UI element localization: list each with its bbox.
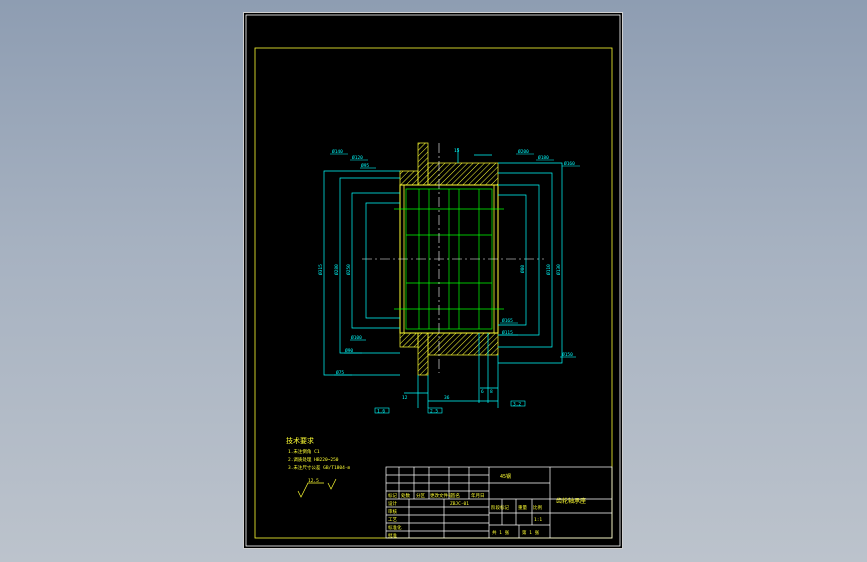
note-line: 2.调质处理 HB220~250 — [288, 456, 339, 463]
technical-notes: 技术要求 1.未注倒角 C1 2.调质处理 HB220~250 3.未注尺寸公差… — [286, 436, 351, 498]
dim-label: Ø160 — [564, 160, 575, 167]
title-block: 标记 处数 分区 更改文件号 签名 年月日 设计 审核 工艺 标准化 批准 ZB… — [385, 466, 613, 539]
dim-label: Ø80 — [519, 265, 526, 273]
hatch-bottom-left — [399, 332, 419, 348]
sign-label: 审核 — [388, 508, 397, 515]
dim-label: Ø140 — [332, 148, 343, 155]
dim-label: 36 — [444, 395, 450, 401]
dim-label: 8 — [490, 389, 493, 395]
dim-label: Ø120 — [352, 154, 363, 161]
dim-label: Ø150 — [562, 351, 573, 358]
dim-label: Ø90 — [345, 347, 353, 354]
dim-label: Ø250 — [345, 264, 352, 275]
hatch-bottom-mid — [427, 332, 499, 356]
dim-label: Ø100 — [351, 334, 362, 341]
dim-label: 1.6 — [377, 409, 385, 415]
dim-label: Ø180 — [538, 154, 549, 161]
stage-label: 阶段标记 — [491, 504, 509, 511]
dim-label: 12 — [402, 395, 408, 401]
hatch-top-left — [399, 170, 419, 186]
roughness-label: 12.5 — [308, 478, 319, 484]
dim-label: Ø115 — [502, 329, 513, 336]
part-section-view: Ø140 Ø120 Ø95 Ø200 Ø180 Ø160 Ø315 Ø280 Ø… — [317, 142, 580, 415]
drawing-number: ZBJC-01 — [450, 501, 469, 507]
dim-label: Ø280 — [333, 264, 340, 275]
sign-label: 批准 — [388, 532, 397, 539]
revision-label: 更改文件号 — [430, 492, 453, 499]
revision-label: 处数 — [401, 492, 410, 499]
inner-frame — [254, 47, 613, 539]
revision-label: 签名 — [451, 492, 460, 499]
sheet-number: 第 1 张 — [522, 529, 540, 536]
dim-label: Ø75 — [336, 369, 344, 376]
revision-label: 标记 — [388, 492, 397, 499]
dim-label: Ø95 — [361, 162, 369, 169]
cad-drawing: Ø140 Ø120 Ø95 Ø200 Ø180 Ø160 Ø315 Ø280 Ø… — [245, 14, 621, 547]
dim-label: Ø200 — [518, 148, 529, 155]
dim-label: 6 — [481, 389, 484, 395]
dim-label: 2.5 — [430, 409, 438, 415]
hatch-top-mid — [427, 162, 499, 186]
drawing-sheet: Ø140 Ø120 Ø95 Ø200 Ø180 Ø160 Ø315 Ø280 Ø… — [243, 12, 623, 549]
part-name: 齿轮轴承座 — [556, 497, 586, 505]
dim-label: Ø130 — [555, 264, 562, 275]
sign-label: 工艺 — [388, 517, 397, 523]
note-line: 1.未注倒角 C1 — [288, 448, 320, 455]
scale-value: 1:1 — [534, 517, 542, 523]
dimension-labels: Ø140 Ø120 Ø95 Ø200 Ø180 Ø160 Ø315 Ø280 Ø… — [317, 148, 580, 415]
hatch-top-flange — [417, 142, 429, 186]
scale-label: 比例 — [533, 504, 542, 511]
hatch-bottom-flange — [417, 332, 429, 376]
dim-label: 3.2 — [513, 402, 521, 408]
sign-label: 标准化 — [388, 524, 402, 531]
material: 45钢 — [500, 473, 511, 480]
note-line: 3.未注尺寸公差 GB/T1804-m — [288, 464, 351, 471]
sign-label: 设计 — [388, 500, 397, 507]
revision-label: 分区 — [416, 492, 425, 499]
notes-heading: 技术要求 — [286, 436, 314, 445]
dim-label: 15 — [454, 148, 460, 154]
sheet-count: 共 1 张 — [492, 529, 510, 536]
dim-label: Ø110 — [545, 264, 552, 275]
revision-label: 年月日 — [471, 492, 485, 499]
dim-label: Ø315 — [317, 264, 324, 275]
dim-label: Ø165 — [502, 317, 513, 324]
weight-label: 重量 — [518, 504, 527, 511]
